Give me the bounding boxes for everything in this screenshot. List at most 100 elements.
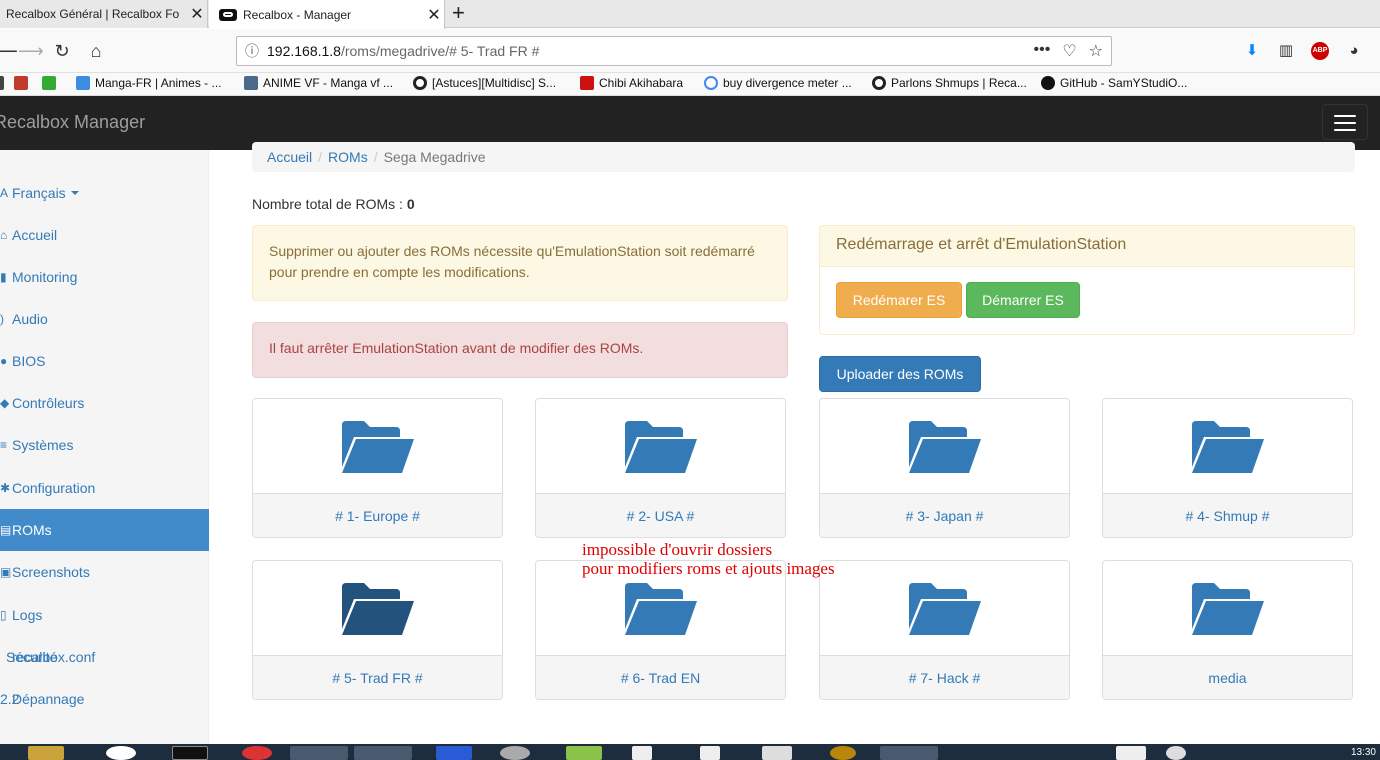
bookmark-chibi[interactable]: Chibi Akihabara <box>580 76 683 90</box>
breadcrumb-accueil[interactable]: Accueil <box>267 149 312 165</box>
breadcrumb-roms[interactable]: ROMs <box>328 149 368 165</box>
file-icon: ▤ <box>0 523 12 537</box>
app-icon[interactable] <box>436 746 472 760</box>
page-actions-icon[interactable]: ••• <box>1034 41 1051 61</box>
bookmark-astuces[interactable]: [Astuces][Multidisc] S... <box>413 76 556 90</box>
chevron-down-icon <box>70 191 79 195</box>
file-explorer-icon[interactable] <box>28 746 64 760</box>
browser-navbar: ⟵ ⟶ ↻ ⌂ ⓘ 192.168.1.8/roms/megadrive/# 5… <box>0 29 1380 73</box>
folder-name[interactable]: # 7- Hack # <box>820 655 1069 699</box>
folder-name[interactable]: # 6- Trad EN <box>536 655 785 699</box>
folder-open-icon[interactable] <box>1103 399 1352 495</box>
sidebar-item-language[interactable]: A Français <box>0 172 209 214</box>
sidebar-item-accueil[interactable]: ⌂ Accueil <box>0 214 209 256</box>
sidebar-item-securite-recalbox-conf[interactable]: Sécurité recalbox.conf <box>0 636 209 678</box>
bookmark-icon[interactable] <box>0 76 4 90</box>
folder-name[interactable]: # 1- Europe # <box>253 493 502 537</box>
reload-icon[interactable]: ↻ <box>50 39 74 63</box>
close-icon[interactable]: ✕ <box>424 5 444 25</box>
tab-recalbox-manager[interactable]: Recalbox - Manager ✕ <box>209 0 445 29</box>
sidebar-item-label: Systèmes <box>12 437 74 453</box>
folder-name[interactable]: # 4- Shmup # <box>1103 493 1352 537</box>
info-icon[interactable]: ⓘ <box>237 41 267 61</box>
folder-tile[interactable]: # 6- Trad EN <box>535 560 786 700</box>
folder-tile[interactable]: # 4- Shmup # <box>1102 398 1353 538</box>
brand-title[interactable]: Recalbox Manager <box>0 112 145 133</box>
folder-open-icon[interactable] <box>820 399 1069 495</box>
os-taskbar: 13:30 <box>0 744 1380 760</box>
tab-title: Recalbox Général | Recalbox Fo <box>6 7 180 21</box>
sidebar-item-systemes[interactable]: ≡ Systèmes <box>0 424 209 466</box>
network-icon[interactable] <box>1166 746 1186 760</box>
app-icon[interactable] <box>700 746 720 760</box>
sidebar-item-roms[interactable]: ▤ ROMs <box>0 509 209 551</box>
sidebar: A Français ⌂ Accueil ▮ Monitoring ) Audi… <box>0 150 209 744</box>
restart-es-button[interactable]: Redémarer ES <box>836 282 962 318</box>
folder-tile[interactable]: # 7- Hack # <box>819 560 1070 700</box>
app-icon[interactable] <box>354 746 412 760</box>
folder-open-icon[interactable] <box>1103 561 1352 657</box>
keyboard-icon[interactable] <box>1116 746 1146 760</box>
app-icon[interactable] <box>632 746 652 760</box>
folder-name[interactable]: # 3- Japan # <box>820 493 1069 537</box>
folder-open-icon[interactable] <box>253 399 502 495</box>
app-icon[interactable] <box>880 746 938 760</box>
folder-tile[interactable]: media <box>1102 560 1353 700</box>
home-icon[interactable]: ⌂ <box>84 39 108 63</box>
bookmark-icon[interactable] <box>14 76 28 90</box>
bookmark-github[interactable]: GitHub - SamYStudiO... <box>1041 76 1187 90</box>
new-tab-icon[interactable]: + <box>452 0 465 28</box>
folder-tile[interactable]: # 3- Japan # <box>819 398 1070 538</box>
folder-name[interactable]: # 2- USA # <box>536 493 785 537</box>
folder-open-icon[interactable] <box>820 561 1069 657</box>
forward-icon[interactable]: ⟶ <box>18 39 44 63</box>
annotation-line: impossible d'ouvrir dossiers <box>582 540 773 559</box>
download-icon[interactable]: ⬇ <box>1240 39 1264 63</box>
bookmark-anime-vf[interactable]: ANIME VF - Manga vf ... <box>244 76 393 90</box>
bookmark-favicon-icon <box>413 76 427 90</box>
app-icon[interactable] <box>566 746 602 760</box>
app-icon[interactable] <box>762 746 792 760</box>
app-icon[interactable] <box>242 746 272 760</box>
hamburger-menu-icon[interactable] <box>1322 104 1368 140</box>
folder-tile[interactable]: # 1- Europe # <box>252 398 503 538</box>
annotation-line: pour modifiers roms et ajouts images <box>582 559 835 578</box>
bookmark-star-icon[interactable]: ☆ <box>1089 41 1103 61</box>
bookmark-shmups[interactable]: Parlons Shmups | Reca... <box>872 76 1027 90</box>
sidebar-item-configuration[interactable]: ✱ Configuration <box>0 467 209 509</box>
upload-roms-button[interactable]: Uploader des ROMs <box>819 356 981 392</box>
firefox-icon[interactable] <box>290 746 348 760</box>
folder-tile[interactable]: # 5- Trad FR # <box>252 560 503 700</box>
folder-open-icon[interactable] <box>536 399 785 495</box>
bookmark-divergence[interactable]: buy divergence meter ... <box>704 76 852 90</box>
browser-tab-bar: Recalbox Général | Recalbox Fo ✕ Recalbo… <box>0 0 1380 29</box>
bookmark-icon[interactable] <box>42 76 56 90</box>
sidebar-item-audio[interactable]: ) Audio <box>0 298 209 340</box>
sidebar-item-version-depannage[interactable]: 2.2 Dépannage <box>0 678 209 720</box>
app-icon[interactable] <box>830 746 856 760</box>
folder-name[interactable]: media <box>1103 655 1352 699</box>
hp-icon[interactable] <box>106 746 136 760</box>
folder-tile[interactable]: # 2- USA # <box>535 398 786 538</box>
url-bar[interactable]: ⓘ 192.168.1.8/roms/megadrive/# 5- Trad F… <box>236 36 1112 66</box>
sidebar-item-bios[interactable]: ● BIOS <box>0 340 209 382</box>
app-icon[interactable] <box>500 746 530 760</box>
extension-icon[interactable]: ◕ <box>1342 39 1366 63</box>
tab-recalbox-forum[interactable]: Recalbox Général | Recalbox Fo ✕ <box>0 0 208 28</box>
close-icon[interactable]: ✕ <box>187 4 207 24</box>
github-icon <box>1041 76 1055 90</box>
folder-name[interactable]: # 5- Trad FR # <box>253 655 502 699</box>
bookmark-manga-fr[interactable]: Manga-FR | Animes - ... <box>76 76 222 90</box>
adblock-icon[interactable]: ABP <box>1311 42 1329 60</box>
start-es-button[interactable]: Démarrer ES <box>966 282 1080 318</box>
pocket-icon[interactable]: ♡ <box>1062 41 1076 61</box>
sidebar-item-controleurs[interactable]: ◆ Contrôleurs <box>0 382 209 424</box>
folder-open-icon[interactable] <box>253 561 502 657</box>
sidebar-item-screenshots[interactable]: ▣ Screenshots <box>0 551 209 593</box>
back-icon[interactable]: ⟵ <box>0 39 18 63</box>
sidebar-item-logs[interactable]: ▯ Logs <box>0 594 209 636</box>
sidebar-item-label: Dépannage <box>12 691 85 707</box>
sidebar-toggle-icon[interactable]: ▥ <box>1274 39 1298 63</box>
sidebar-item-monitoring[interactable]: ▮ Monitoring <box>0 256 209 298</box>
app-icon[interactable] <box>172 746 208 760</box>
